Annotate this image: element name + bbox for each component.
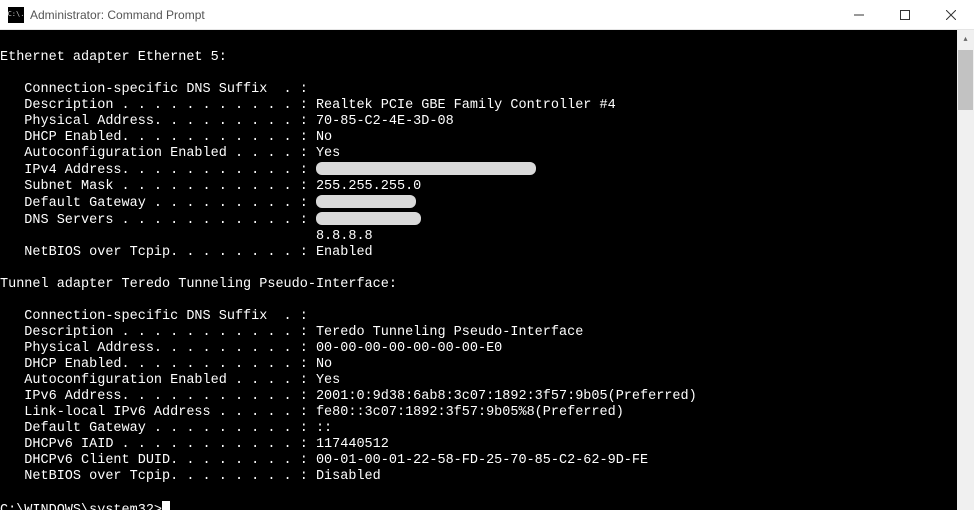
terminal-line: Connection-specific DNS Suffix . : (0, 309, 957, 325)
scrollbar[interactable]: ▴ (957, 30, 974, 510)
terminal-line: Physical Address. . . . . . . . . : 00-0… (0, 341, 957, 357)
terminal-line: Tunnel adapter Teredo Tunneling Pseudo-I… (0, 277, 957, 293)
cursor (162, 501, 170, 510)
scroll-up-arrow[interactable]: ▴ (957, 30, 974, 47)
terminal-line: DNS Servers . . . . . . . . . . . : (0, 212, 957, 229)
terminal-prompt[interactable]: C:\WINDOWS\system32> (0, 501, 957, 510)
maximize-button[interactable] (882, 0, 928, 30)
terminal-line: DHCP Enabled. . . . . . . . . . . : No (0, 130, 957, 146)
terminal-line: Default Gateway . . . . . . . . . : :: (0, 421, 957, 437)
terminal-line: NetBIOS over Tcpip. . . . . . . . : Enab… (0, 245, 957, 261)
window-title: Administrator: Command Prompt (30, 8, 836, 22)
redacted-value (316, 212, 421, 225)
titlebar: C:\. Administrator: Command Prompt (0, 0, 974, 30)
terminal-line: Connection-specific DNS Suffix . : (0, 82, 957, 98)
terminal-line: IPv4 Address. . . . . . . . . . . : (0, 162, 957, 179)
terminal-wrapper: Ethernet adapter Ethernet 5: Connection-… (0, 30, 974, 510)
terminal-line: DHCP Enabled. . . . . . . . . . . : No (0, 357, 957, 373)
terminal-line (0, 261, 957, 277)
terminal-line: Link-local IPv6 Address . . . . . : fe80… (0, 405, 957, 421)
terminal-line: DHCPv6 IAID . . . . . . . . . . . : 1174… (0, 437, 957, 453)
terminal-line (0, 34, 957, 50)
terminal-line (0, 66, 957, 82)
terminal-line: Default Gateway . . . . . . . . . : (0, 195, 957, 212)
cmd-icon-text: C:\. (8, 11, 25, 18)
terminal-line: Autoconfiguration Enabled . . . . : Yes (0, 146, 957, 162)
terminal-line: DHCPv6 Client DUID. . . . . . . . : 00-0… (0, 453, 957, 469)
minimize-button[interactable] (836, 0, 882, 30)
terminal-line (0, 485, 957, 501)
terminal-output[interactable]: Ethernet adapter Ethernet 5: Connection-… (0, 30, 957, 510)
terminal-line: Autoconfiguration Enabled . . . . : Yes (0, 373, 957, 389)
close-button[interactable] (928, 0, 974, 30)
redacted-value (316, 162, 536, 175)
terminal-line: Subnet Mask . . . . . . . . . . . : 255.… (0, 179, 957, 195)
redacted-value (316, 195, 416, 208)
terminal-line: IPv6 Address. . . . . . . . . . . : 2001… (0, 389, 957, 405)
cmd-icon: C:\. (8, 7, 24, 23)
terminal-line: NetBIOS over Tcpip. . . . . . . . : Disa… (0, 469, 957, 485)
terminal-line: Description . . . . . . . . . . . : Real… (0, 98, 957, 114)
terminal-line: Description . . . . . . . . . . . : Tere… (0, 325, 957, 341)
terminal-line: 8.8.8.8 (0, 229, 957, 245)
scroll-thumb[interactable] (958, 50, 973, 110)
terminal-line: Ethernet adapter Ethernet 5: (0, 50, 957, 66)
terminal-line (0, 293, 957, 309)
window-controls (836, 0, 974, 29)
terminal-line: Physical Address. . . . . . . . . : 70-8… (0, 114, 957, 130)
